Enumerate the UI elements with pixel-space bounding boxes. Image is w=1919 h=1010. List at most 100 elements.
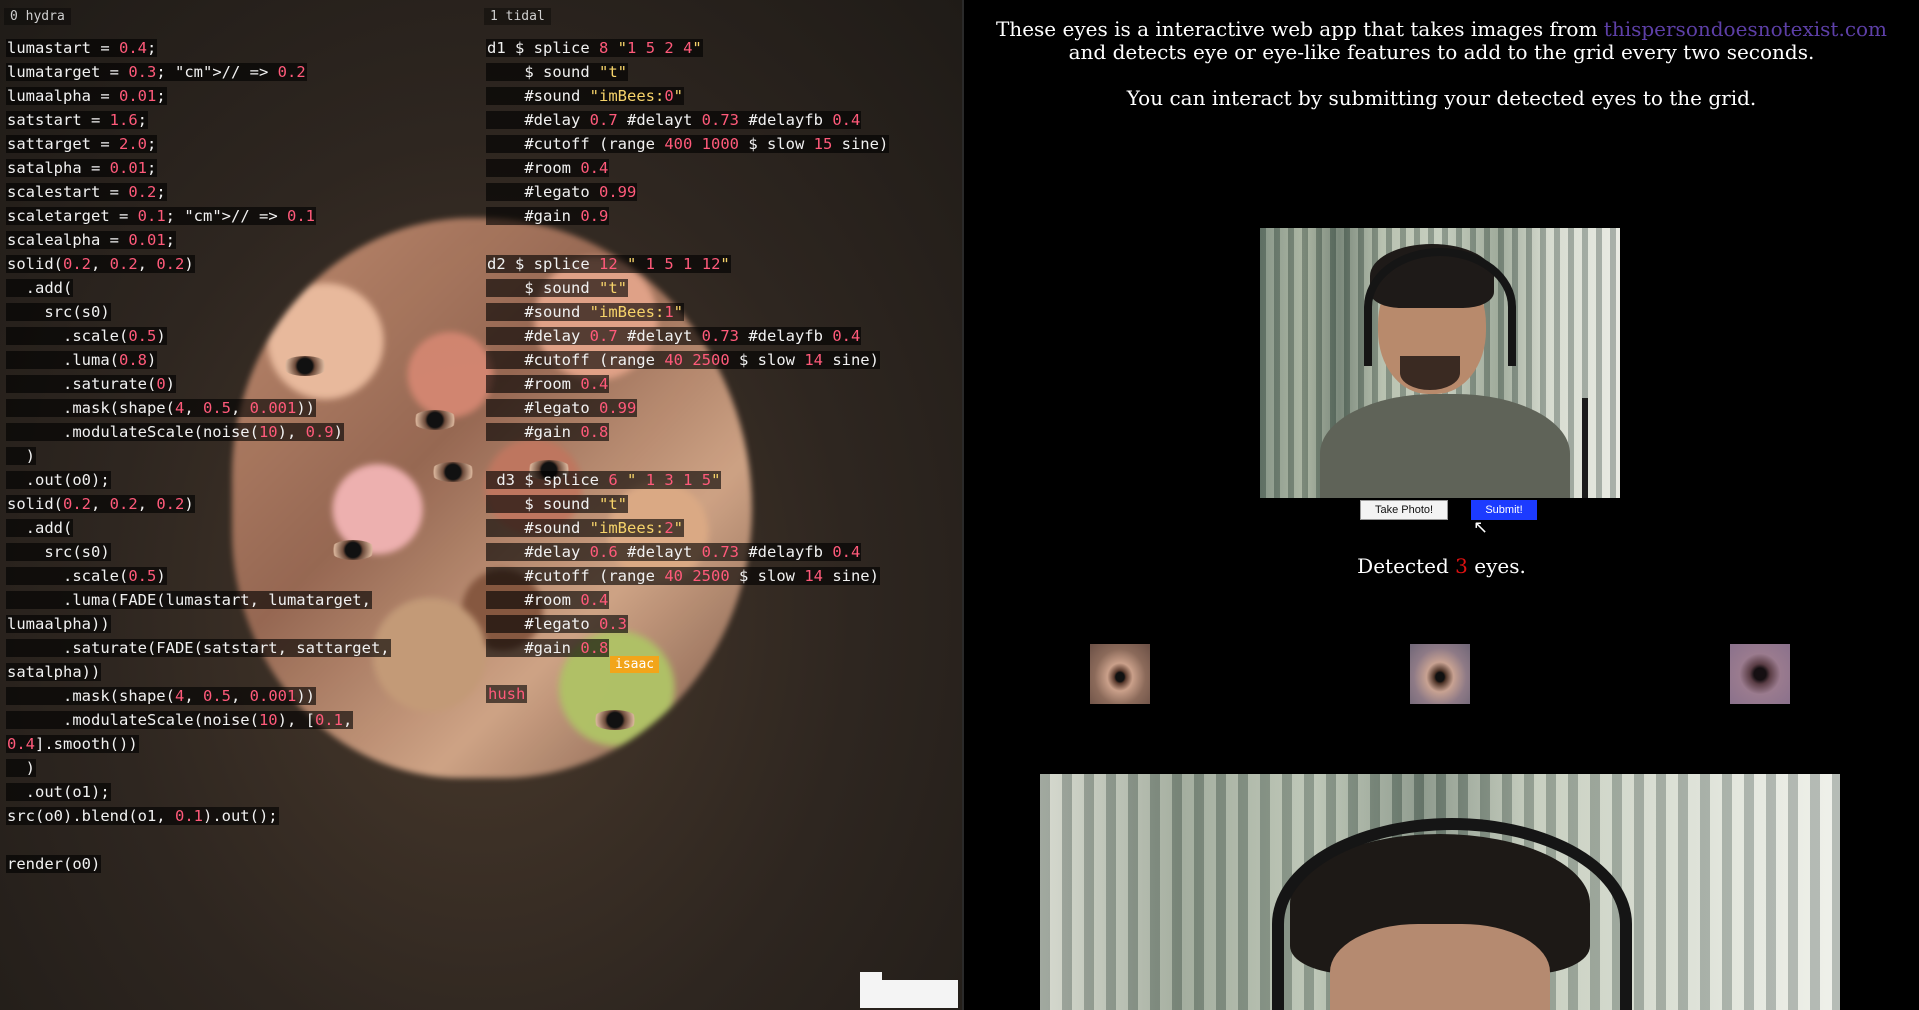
hydra-code-editor[interactable]: lumastart = 0.4; lumatarget = 0.3; "cm">/… xyxy=(6,36,391,876)
tidal-code-editor[interactable]: d1 $ splice 8 "1 5 2 4" $ sound "t" #sou… xyxy=(486,36,890,660)
collage-eye xyxy=(592,710,638,730)
code-line-text: .modulateScale(noise(10), 0.9) xyxy=(6,423,344,441)
hydra-pane-label: 0 hydra xyxy=(4,8,71,25)
code-line-text: ) xyxy=(6,447,36,465)
code-line: #delay 0.7 #delayt 0.73 #delayfb 0.4 xyxy=(486,108,889,132)
code-line: lumaalpha = 0.01; xyxy=(6,84,391,108)
code-line: #gain 0.9 xyxy=(486,204,889,228)
code-line-text: src(o0).blend(o1, 0.1).out(); xyxy=(6,807,279,825)
code-line-text: .scale(0.5) xyxy=(6,567,167,585)
code-line: ) xyxy=(6,756,391,780)
detected-eye-thumbnail xyxy=(1730,644,1790,704)
code-line: d3 $ splice 6 " 1 3 1 5" xyxy=(486,468,889,492)
code-line: #gain 0.8 xyxy=(486,636,889,660)
source-link[interactable]: thispersondoesnotexist.com xyxy=(1604,17,1887,41)
code-line: .mask(shape(4, 0.5, 0.001)) xyxy=(6,396,391,420)
code-line-text: $ sound "t" xyxy=(486,495,628,513)
code-line-text: $ sound "t" xyxy=(486,279,628,297)
code-line: #sound "imBees:0" xyxy=(486,84,889,108)
code-line: ) xyxy=(6,444,391,468)
detected-before: Detected xyxy=(1357,554,1456,578)
code-line-text: #cutoff (range 40 2500 $ slow 14 sine) xyxy=(486,351,880,369)
code-line: #room 0.4 xyxy=(486,588,889,612)
editor-widget xyxy=(860,972,958,1008)
code-line-text: satalpha)) xyxy=(6,663,102,681)
code-line-text: .mask(shape(4, 0.5, 0.001)) xyxy=(6,399,317,417)
code-line: #legato 0.99 xyxy=(486,396,889,420)
code-line: satalpha = 0.01; xyxy=(6,156,391,180)
code-line: render(o0) xyxy=(6,852,391,876)
code-line: $ sound "t" xyxy=(486,276,889,300)
code-line: #cutoff (range 400 1000 $ slow 15 sine) xyxy=(486,132,890,156)
code-line: sattarget = 2.0; xyxy=(6,132,391,156)
code-line-text: #cutoff (range 400 1000 $ slow 15 sine) xyxy=(486,135,890,153)
code-line: .saturate(FADE(satstart, sattarget, xyxy=(6,636,391,660)
code-line-text: #room 0.4 xyxy=(486,375,610,393)
code-line-text: src(s0) xyxy=(6,543,111,561)
code-line-text: lumatarget = 0.3; "cm">// => 0.2 xyxy=(6,63,307,81)
code-line-text: solid(0.2, 0.2, 0.2) xyxy=(6,495,195,513)
code-line: .luma(FADE(lumastart, lumatarget, xyxy=(6,588,391,612)
code-line: lumaalpha)) xyxy=(6,612,391,636)
captured-photo xyxy=(1040,774,1840,1010)
collage-eye xyxy=(412,410,458,430)
person-torso xyxy=(1320,394,1570,498)
code-line-text: sattarget = 2.0; xyxy=(6,135,158,153)
webcam-preview xyxy=(1260,228,1620,498)
code-line-text: .out(o0); xyxy=(6,471,111,489)
code-line: src(o0).blend(o1, 0.1).out(); xyxy=(6,804,391,828)
detected-after: eyes. xyxy=(1467,554,1526,578)
tidal-pane-label: 1 tidal xyxy=(484,8,551,25)
code-line: scalestart = 0.2; xyxy=(6,180,391,204)
detected-eyes-status: Detected 3 eyes. xyxy=(964,554,1919,578)
code-line: satalpha)) xyxy=(6,660,391,684)
code-line-text: .saturate(FADE(satstart, sattarget, xyxy=(6,639,391,657)
code-line: #legato 0.3 xyxy=(486,612,889,636)
mouse-cursor-icon: ↖ xyxy=(1473,517,1489,538)
code-line xyxy=(6,828,391,852)
code-line: #delay 0.7 #delayt 0.73 #delayfb 0.4 xyxy=(486,324,889,348)
code-line: d1 $ splice 8 "1 5 2 4" xyxy=(486,36,889,60)
code-line: .scale(0.5) xyxy=(6,324,391,348)
code-line-text: scalealpha = 0.01; xyxy=(6,231,176,249)
code-line-text: #sound "imBees:1" xyxy=(486,303,684,321)
code-line-text: #legato 0.3 xyxy=(486,615,628,633)
code-line: .mask(shape(4, 0.5, 0.001)) xyxy=(6,684,391,708)
code-line: .saturate(0) xyxy=(6,372,391,396)
code-line: #sound "imBees:2" xyxy=(486,516,889,540)
code-line: solid(0.2, 0.2, 0.2) xyxy=(6,252,391,276)
hydra-tidal-livecode-panel: 0 hydra 1 tidal lumastart = 0.4; lumatarg… xyxy=(0,0,962,1010)
intro-after: and detects eye or eye-like features to … xyxy=(1068,40,1815,64)
code-line: #sound "imBees:1" xyxy=(486,300,889,324)
code-line-text: render(o0) xyxy=(6,855,102,873)
code-line-text: #gain 0.9 xyxy=(486,207,610,225)
detected-eye-thumbnail xyxy=(1090,644,1150,704)
code-line-text: d1 $ splice 8 "1 5 2 4" xyxy=(486,39,703,57)
code-line-text: #delay 0.6 #delayt 0.73 #delayfb 0.4 xyxy=(486,543,862,561)
code-line xyxy=(486,444,889,468)
take-photo-button[interactable]: Take Photo! xyxy=(1360,500,1448,520)
code-line-text: #delay 0.7 #delayt 0.73 #delayfb 0.4 xyxy=(486,327,862,345)
code-line-text: d3 $ splice 6 " 1 3 1 5" xyxy=(486,471,722,489)
code-line: $ sound "t" xyxy=(486,60,889,84)
code-line-text: #delay 0.7 #delayt 0.73 #delayfb 0.4 xyxy=(486,111,862,129)
collage-eye xyxy=(430,462,476,482)
code-line-text: $ sound "t" xyxy=(486,63,628,81)
code-line: #room 0.4 xyxy=(486,372,889,396)
code-line: src(s0) xyxy=(6,300,391,324)
code-line: #legato 0.99 xyxy=(486,180,889,204)
these-eyes-web-app: These eyes is a interactive web app that… xyxy=(964,0,1919,1010)
code-line: #cutoff (range 40 2500 $ slow 14 sine) xyxy=(486,348,889,372)
user-tag: isaac xyxy=(610,656,660,673)
code-line-text: lumastart = 0.4; xyxy=(6,39,158,57)
code-line: #delay 0.6 #delayt 0.73 #delayfb 0.4 xyxy=(486,540,889,564)
detected-eye-thumbnail xyxy=(1410,644,1470,704)
code-line-text: ) xyxy=(6,759,36,777)
code-line: lumatarget = 0.3; "cm">// => 0.2 xyxy=(6,60,391,84)
hush-command: hush xyxy=(486,685,528,703)
code-line-text: d2 $ splice 12 " 1 5 1 12" xyxy=(486,255,731,273)
code-line-text: .luma(0.8) xyxy=(6,351,158,369)
code-line: solid(0.2, 0.2, 0.2) xyxy=(6,492,391,516)
